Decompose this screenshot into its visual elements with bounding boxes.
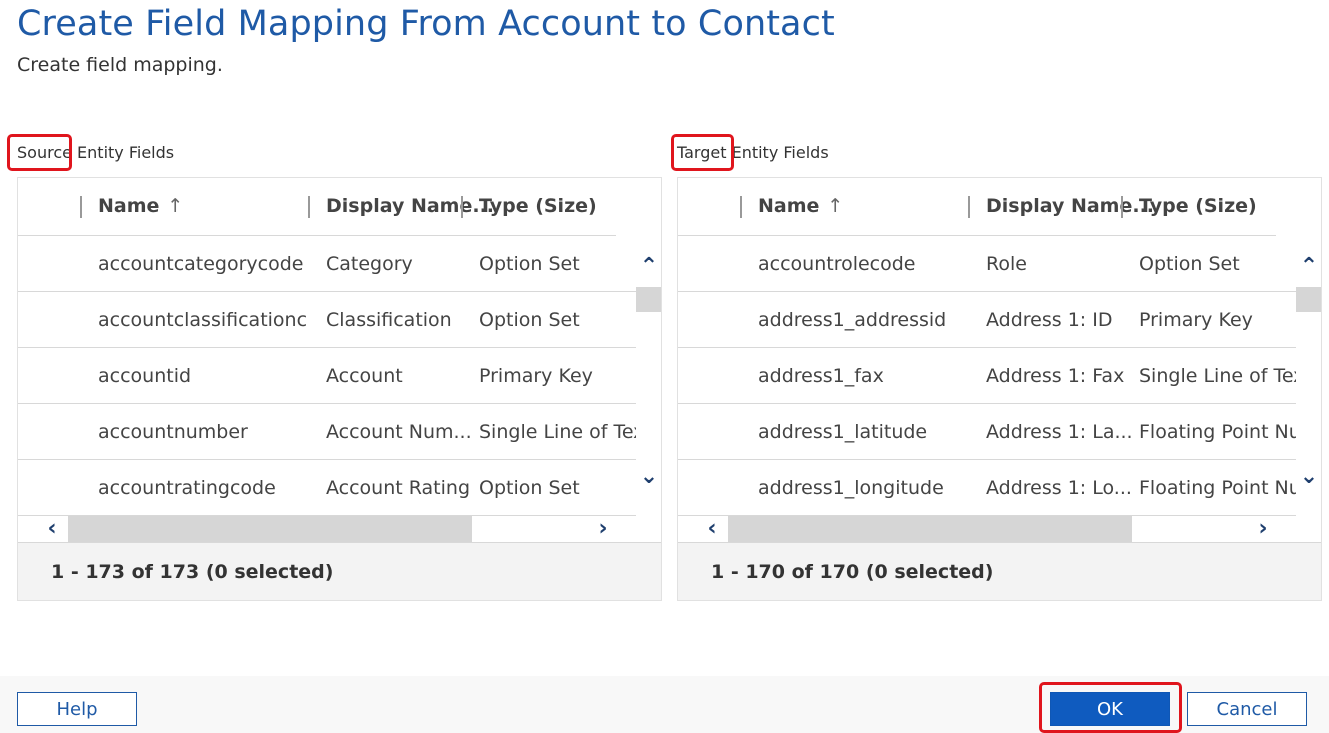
cell-name: accountcategorycode xyxy=(98,253,304,275)
scroll-up-icon[interactable]: ⌃ xyxy=(636,254,661,279)
vertical-scrollbar[interactable]: ⌃ ⌄ xyxy=(636,236,661,516)
cell-type: Primary Key xyxy=(479,365,593,387)
scrollbar-thumb[interactable] xyxy=(728,516,1132,542)
target-fields-grid: Name ↑ Display Name... Type (Size) accoun… xyxy=(677,177,1322,601)
grid-header: Name ↑ Display Name... Type (Size) xyxy=(678,178,1276,236)
table-row[interactable]: address1_fax Address 1: Fax Single Line … xyxy=(678,348,1296,404)
cell-name: address1_longitude xyxy=(758,477,944,499)
dialog-title: Create Field Mapping From Account to Con… xyxy=(17,4,835,44)
column-separator[interactable] xyxy=(80,196,82,218)
table-row[interactable]: accountid Account Primary Key xyxy=(18,348,636,404)
column-separator[interactable] xyxy=(461,196,463,218)
cell-type: Option Set xyxy=(1139,253,1240,275)
cell-display-name: Account Rating xyxy=(326,477,471,499)
scroll-right-icon[interactable]: › xyxy=(1243,516,1283,542)
cell-display-name: Address 1: Lo... xyxy=(986,477,1131,499)
vertical-scrollbar[interactable]: ⌃ ⌄ xyxy=(1296,236,1321,516)
cell-name: accountclassificationc... xyxy=(98,309,308,331)
scroll-up-icon[interactable]: ⌃ xyxy=(1296,254,1321,279)
cell-name: address1_fax xyxy=(758,365,884,387)
column-header-type[interactable]: Type (Size) xyxy=(479,195,597,217)
column-separator[interactable] xyxy=(968,196,970,218)
cell-type: Single Line of Text xyxy=(1139,365,1296,387)
cell-name: accountid xyxy=(98,365,192,387)
scrollbar-thumb[interactable] xyxy=(636,287,661,312)
column-header-name[interactable]: Name ↑ xyxy=(758,195,843,217)
table-row[interactable]: accountnumber Account Num... Single Line… xyxy=(18,404,636,460)
column-separator[interactable] xyxy=(740,196,742,218)
target-highlight-box xyxy=(671,134,734,171)
cancel-button[interactable]: Cancel xyxy=(1187,692,1307,726)
horizontal-scrollbar[interactable]: ‹ › xyxy=(18,516,661,543)
cell-name: accountnumber xyxy=(98,421,248,443)
table-row[interactable]: accountcategorycode Category Option Set xyxy=(18,236,636,292)
scrollbar-thumb[interactable] xyxy=(68,516,472,542)
scroll-left-icon[interactable]: ‹ xyxy=(32,516,72,542)
table-row[interactable]: accountclassificationc... Classification… xyxy=(18,292,636,348)
grid-footer: 1 - 170 of 170 (0 selected) xyxy=(678,543,1321,600)
cell-name: address1_addressid xyxy=(758,309,947,331)
cell-type: Floating Point Nur xyxy=(1139,477,1296,499)
grid-rows: accountcategorycode Category Option Set … xyxy=(18,236,636,516)
grid-header: Name ↑ Display Name... Type (Size) xyxy=(18,178,616,236)
cell-name: accountrolecode xyxy=(758,253,916,275)
cell-display-name: Classification xyxy=(326,309,452,331)
cell-display-name: Address 1: Fax xyxy=(986,365,1125,387)
help-button[interactable]: Help xyxy=(17,692,137,726)
record-count: 1 - 173 of 173 (0 selected) xyxy=(51,561,334,583)
scroll-left-icon[interactable]: ‹ xyxy=(692,516,732,542)
scroll-right-icon[interactable]: › xyxy=(583,516,623,542)
grid-footer: 1 - 173 of 173 (0 selected) xyxy=(18,543,661,600)
scrollbar-thumb[interactable] xyxy=(1296,287,1321,312)
cell-display-name: Account xyxy=(326,365,403,387)
table-row[interactable]: address1_longitude Address 1: Lo... Floa… xyxy=(678,460,1296,516)
ok-button[interactable]: OK xyxy=(1050,692,1170,726)
sort-ascending-icon: ↑ xyxy=(167,195,184,217)
table-row[interactable]: address1_latitude Address 1: La... Float… xyxy=(678,404,1296,460)
cell-type: Option Set xyxy=(479,253,580,275)
dialog-subtitle: Create field mapping. xyxy=(17,54,223,76)
cell-display-name: Category xyxy=(326,253,413,275)
cell-type: Option Set xyxy=(479,309,580,331)
cell-name: address1_latitude xyxy=(758,421,928,443)
cell-display-name: Address 1: La... xyxy=(986,421,1131,443)
table-row[interactable]: accountratingcode Account Rating Option … xyxy=(18,460,636,516)
cell-type: Option Set xyxy=(479,477,580,499)
scroll-down-icon[interactable]: ⌄ xyxy=(636,464,661,489)
cell-display-name: Address 1: ID xyxy=(986,309,1113,331)
table-row[interactable]: accountrolecode Role Option Set xyxy=(678,236,1296,292)
column-header-type[interactable]: Type (Size) xyxy=(1139,195,1257,217)
cell-display-name: Account Num... xyxy=(326,421,471,443)
cell-type: Primary Key xyxy=(1139,309,1253,331)
horizontal-scrollbar[interactable]: ‹ › xyxy=(678,516,1321,543)
table-row[interactable]: address1_addressid Address 1: ID Primary… xyxy=(678,292,1296,348)
cell-type: Floating Point Nur xyxy=(1139,421,1296,443)
column-separator[interactable] xyxy=(308,196,310,218)
column-header-display-name[interactable]: Display Name... xyxy=(986,195,1154,217)
column-separator[interactable] xyxy=(1121,196,1123,218)
cell-name: accountratingcode xyxy=(98,477,276,499)
cell-display-name: Role xyxy=(986,253,1027,275)
scroll-down-icon[interactable]: ⌄ xyxy=(1296,464,1321,489)
source-highlight-box xyxy=(7,134,72,171)
grid-rows: accountrolecode Role Option Set address1… xyxy=(678,236,1296,516)
column-header-name[interactable]: Name ↑ xyxy=(98,195,183,217)
source-fields-grid: Name ↑ Display Name... Type (Size) accoun… xyxy=(17,177,662,601)
cell-type: Single Line of Text xyxy=(479,421,636,443)
column-header-display-name[interactable]: Display Name... xyxy=(326,195,494,217)
sort-ascending-icon: ↑ xyxy=(827,195,844,217)
record-count: 1 - 170 of 170 (0 selected) xyxy=(711,561,994,583)
